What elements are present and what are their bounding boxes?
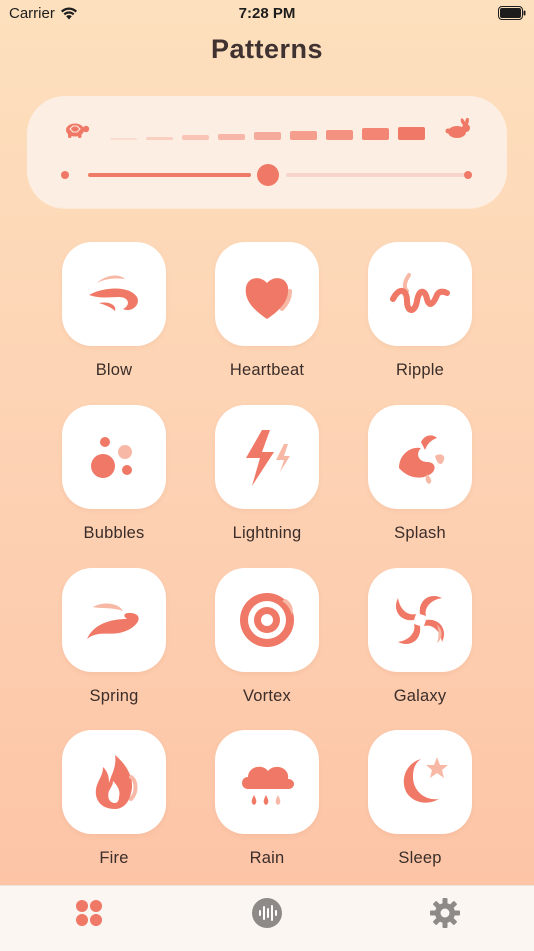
pattern-icon-button[interactable] xyxy=(368,730,472,834)
pattern-label: Fire xyxy=(99,849,129,867)
bubbles-icon xyxy=(91,437,132,478)
slider-track-filled xyxy=(88,173,251,177)
pattern-tile-sleep[interactable]: Sleep xyxy=(368,730,472,868)
speed-level-bar xyxy=(398,126,425,140)
waveform-icon[interactable] xyxy=(250,896,284,930)
pattern-tile-blow[interactable]: Blow xyxy=(62,242,166,380)
pattern-label: Bubbles xyxy=(83,524,145,542)
pattern-label: Vortex xyxy=(243,687,291,705)
pattern-tile-spring[interactable]: Spring xyxy=(62,568,166,706)
pattern-tile-ripple[interactable]: Ripple xyxy=(368,242,472,380)
pattern-icon-button[interactable] xyxy=(215,405,319,509)
pattern-icon-button[interactable] xyxy=(368,242,472,346)
speed-level-bar xyxy=(182,135,209,140)
pattern-icon-button[interactable] xyxy=(62,242,166,346)
pattern-tile-rain[interactable]: Rain xyxy=(215,730,319,868)
blow-icon xyxy=(89,275,138,311)
pattern-icon-button[interactable] xyxy=(62,405,166,509)
sleep-icon xyxy=(403,757,448,803)
rabbit-icon xyxy=(445,118,470,138)
tab-bar xyxy=(0,885,534,951)
pattern-label: Galaxy xyxy=(393,687,447,705)
speed-level-bar xyxy=(326,129,353,140)
pattern-icon-button[interactable] xyxy=(215,242,319,346)
slider-max-dot xyxy=(464,171,472,179)
pattern-label: Ripple xyxy=(396,361,444,379)
slider-track-empty xyxy=(285,173,465,177)
page-title: Patterns xyxy=(210,34,324,64)
turtle-icon xyxy=(66,123,90,138)
status-time: 7:28 PM xyxy=(238,5,296,22)
pattern-icon-button[interactable] xyxy=(368,405,472,509)
pattern-label: Sleep xyxy=(398,849,442,867)
speed-level-bar xyxy=(110,138,137,140)
rain-icon xyxy=(242,766,294,805)
fire-icon xyxy=(95,755,138,809)
speed-level-bars xyxy=(110,126,430,140)
pattern-tile-lightning[interactable]: Lightning xyxy=(215,405,319,543)
pattern-label: Lightning xyxy=(232,524,302,542)
slider-min-dot xyxy=(61,171,69,179)
pattern-label: Splash xyxy=(394,524,446,542)
pattern-label: Heartbeat xyxy=(229,361,305,379)
splash-icon xyxy=(399,435,445,484)
pattern-icon-button[interactable] xyxy=(215,568,319,672)
gear-icon[interactable] xyxy=(428,896,462,930)
galaxy-icon xyxy=(395,595,445,645)
speed-level-bar xyxy=(146,136,173,140)
pattern-label: Blow xyxy=(95,361,133,379)
pattern-tile-vortex[interactable]: Vortex xyxy=(215,568,319,706)
pattern-tile-splash[interactable]: Splash xyxy=(368,405,472,543)
battery-icon xyxy=(498,6,526,20)
pattern-label: Rain xyxy=(249,849,285,867)
pattern-icon-button[interactable] xyxy=(62,568,166,672)
pattern-icon-button[interactable] xyxy=(215,730,319,834)
heartbeat-icon xyxy=(245,278,292,319)
speed-level-bar xyxy=(290,131,317,140)
spring-icon xyxy=(87,603,139,639)
speed-level-bar xyxy=(218,133,245,140)
pattern-tile-heartbeat[interactable]: Heartbeat xyxy=(215,242,319,380)
pattern-icon-button[interactable] xyxy=(62,730,166,834)
pattern-tile-bubbles[interactable]: Bubbles xyxy=(62,405,166,543)
vortex-icon xyxy=(240,593,294,647)
status-bar: Carrier 7:28 PM xyxy=(0,0,534,28)
ripple-icon xyxy=(390,273,450,313)
lightning-icon xyxy=(246,430,290,486)
grid-icon[interactable] xyxy=(72,896,106,930)
speed-level-bar xyxy=(362,128,389,140)
speed-control xyxy=(27,96,507,208)
pattern-tile-galaxy[interactable]: Galaxy xyxy=(368,568,472,706)
pattern-icon-button[interactable] xyxy=(368,568,472,672)
pattern-tile-fire[interactable]: Fire xyxy=(62,730,166,868)
speed-level-bar xyxy=(254,132,281,140)
pattern-label: Spring xyxy=(89,687,139,705)
slider-thumb[interactable] xyxy=(256,164,279,186)
speed-slider[interactable] xyxy=(61,160,475,190)
